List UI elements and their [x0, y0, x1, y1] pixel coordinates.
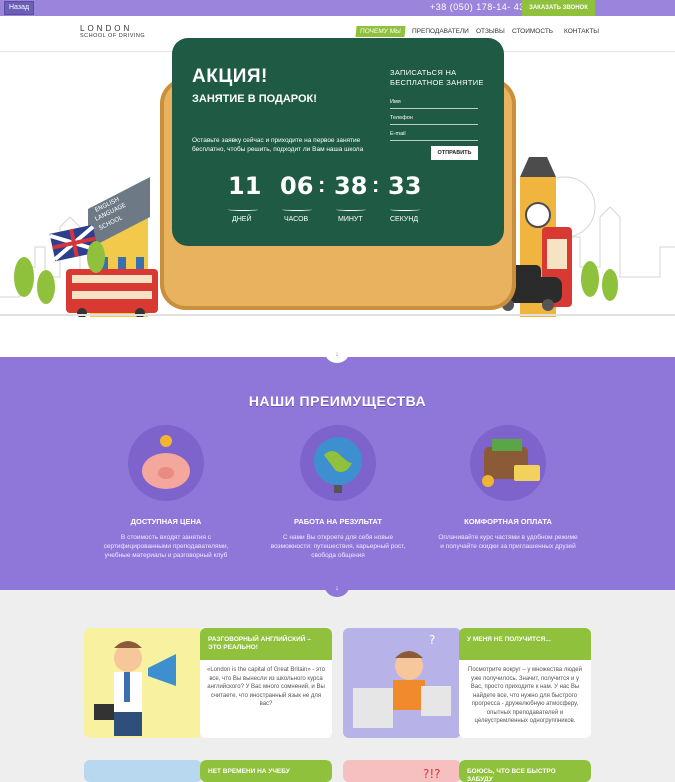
promo-text: Оставьте заявку сейчас и приходите на пе…: [192, 137, 364, 153]
countdown-days: 11: [228, 172, 262, 200]
signup-form-title: ЗАПИСАТЬСЯ НА БЕСПЛАТНОЕ ЗАНЯТИЕ: [390, 68, 484, 88]
megaphone-man-illustration: [84, 628, 202, 738]
nav-reviews[interactable]: ОТЗЫВЫ: [476, 28, 505, 35]
advantage-title: КОМФОРТНАЯ ОПЛАТА: [464, 517, 552, 526]
countdown-separator: :: [372, 172, 380, 197]
logo-subtitle: SCHOOL OF DRIVING: [80, 33, 146, 39]
countdown-underline: [228, 208, 258, 211]
back-button[interactable]: Назад: [4, 1, 35, 15]
globe-icon: [300, 425, 376, 501]
card-forget: БОЮСЬ, ЧТО ВСЕ БЫСТРО ЗАБУДУ: [459, 760, 591, 782]
card-title: НЕТ ВРЕМЕНИ НА УЧЕБУ: [200, 760, 332, 782]
countdown-minutes: 38: [334, 172, 368, 200]
nav-contacts[interactable]: КОНТАКТЫ: [564, 28, 599, 35]
countdown-minutes-label: МИНУТ: [338, 216, 363, 223]
nav-why-us[interactable]: ПОЧЕМУ МЫ: [355, 26, 406, 37]
advantage-description: Оплачивайте курс частями в удобном режим…: [438, 534, 578, 550]
wallet-icon: [470, 425, 546, 501]
svg-text:?!?: ?!?: [423, 767, 441, 781]
advantage-description: В стоимость входят занятия с сертифициро…: [103, 534, 229, 559]
promo-subtitle: ЗАНЯТИЕ В ПОДАРОК!: [192, 93, 317, 105]
double-decker-bus-illustration: [66, 269, 158, 317]
countdown-underline: [282, 208, 312, 211]
logo-title: LONDON: [80, 24, 133, 33]
svg-text:?: ?: [429, 633, 435, 647]
countdown-underline: [336, 208, 366, 211]
advantages-title: НАШИ ПРЕИМУЩЕСТВА: [248, 393, 427, 409]
card-cant-do: У МЕНЯ НЕ ПОЛУЧИТСЯ... Посмотрите вокруг…: [459, 628, 591, 738]
countdown-seconds-label: СЕКУНД: [390, 216, 419, 223]
busy-man-illustration: [84, 760, 202, 782]
arrow-down-icon: ↓: [335, 351, 339, 358]
signup-title-line2: БЕСПЛАТНОЕ ЗАНЯТИЕ: [390, 78, 484, 87]
order-call-button[interactable]: ЗАКАЗАТЬ ЗВОНОК: [522, 0, 595, 16]
submit-button[interactable]: ОТПРАВИТЬ: [431, 146, 478, 160]
card-text: «London is the capital of Great Britain»…: [206, 667, 325, 707]
card-title: РАЗГОВОРНЫЙ АНГЛИЙСКИЙ – ЭТО РЕАЛЬНО!: [200, 628, 332, 660]
advantage-title: ДОСТУПНАЯ ЦЕНА: [130, 517, 202, 526]
countdown-hours: 06: [280, 172, 314, 200]
phone-field[interactable]: Телефон: [390, 113, 478, 125]
phone-number[interactable]: +38 (050) 178-14- 43: [430, 2, 525, 12]
top-bar: Назад +38 (050) 178-14- 43 ЗАКАЗАТЬ ЗВОН…: [0, 0, 675, 16]
piggy-bank-icon: [128, 425, 204, 501]
advantage-description: С нами Вы откроете для себя новые возмож…: [270, 534, 406, 559]
scroll-down-button[interactable]: ↓: [324, 349, 350, 363]
nav-pricing[interactable]: СТОИМОСТЬ: [512, 28, 553, 35]
countdown-hours-label: ЧАСОВ: [284, 216, 309, 223]
advantage-title: РАБОТА НА РЕЗУЛЬТАТ: [294, 517, 382, 526]
countdown-days-label: ДНЕЙ: [232, 216, 252, 223]
email-field[interactable]: E-mail: [390, 129, 478, 141]
card-title: У МЕНЯ НЕ ПОЛУЧИТСЯ...: [459, 628, 591, 660]
countdown-underline: [390, 208, 420, 211]
promo-title: АКЦИЯ!: [192, 66, 268, 87]
scroll-down-button[interactable]: ↓: [324, 583, 350, 597]
signup-title-line1: ЗАПИСАТЬСЯ НА: [390, 68, 457, 77]
card-text: Посмотрите вокруг – у множества людей уж…: [468, 667, 582, 724]
nav-teachers[interactable]: ПРЕПОДАВАТЕЛИ: [412, 28, 469, 35]
thinking-man-illustration: ?: [343, 628, 461, 738]
logo[interactable]: LONDON SCHOOL OF DRIVING: [80, 24, 145, 39]
countdown-seconds: 33: [388, 172, 422, 200]
arrow-down-icon: ↓: [335, 585, 339, 592]
confused-man-illustration: ?!?: [343, 760, 461, 782]
card-speaking: РАЗГОВОРНЫЙ АНГЛИЙСКИЙ – ЭТО РЕАЛЬНО! «L…: [200, 628, 332, 738]
card-no-time: НЕТ ВРЕМЕНИ НА УЧЕБУ: [200, 760, 332, 782]
name-field[interactable]: Имя: [390, 97, 478, 109]
card-title: БОЮСЬ, ЧТО ВСЕ БЫСТРО ЗАБУДУ: [459, 760, 591, 782]
countdown-separator: :: [318, 172, 326, 197]
